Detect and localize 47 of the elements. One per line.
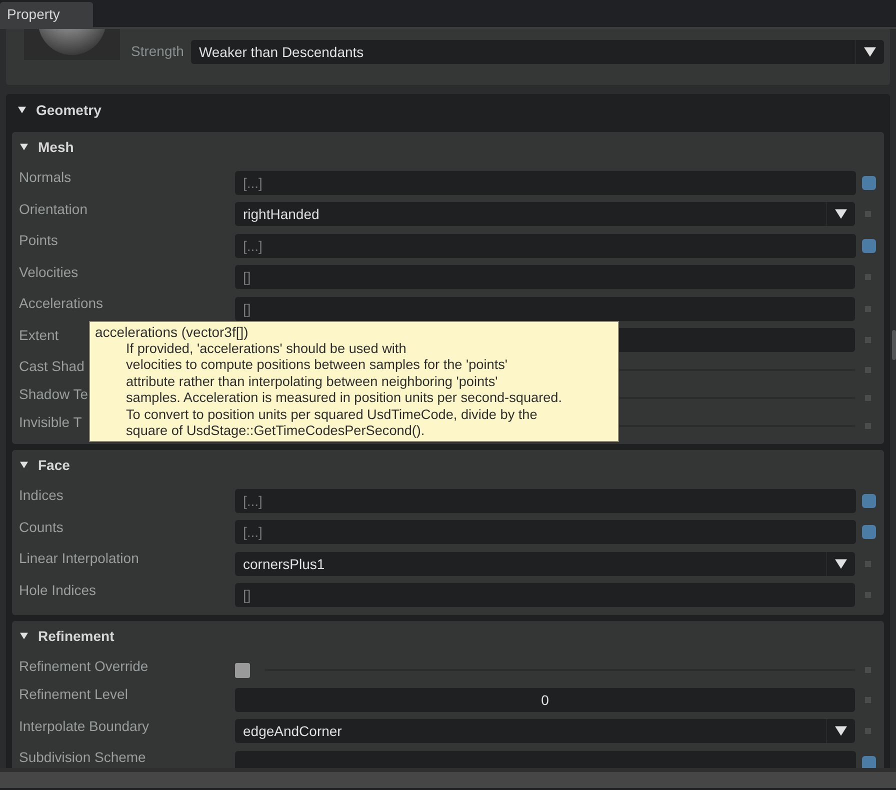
property-label: Accelerations (19, 295, 104, 311)
property-label: Refinement Level (19, 686, 128, 702)
expanded-arrow-icon (20, 461, 28, 469)
section-header[interactable]: Face (18, 450, 878, 480)
scrollbar-thumb[interactable] (892, 330, 896, 360)
property-label: Extent (19, 326, 59, 342)
value-field[interactable]: [...] (235, 234, 856, 258)
property-label: Indices (19, 487, 64, 503)
property-label: Points (19, 232, 58, 248)
value-dropdown[interactable]: rightHanded (235, 202, 855, 226)
dropdown-arrow-icon (835, 208, 847, 220)
value-field[interactable]: [] (235, 583, 855, 608)
value-field[interactable]: [...] (235, 170, 856, 195)
value-field[interactable]: [] (235, 265, 855, 290)
tooltip-title: accelerations (vector3f[]) (95, 324, 250, 340)
checkbox[interactable] (235, 662, 250, 678)
property-label: Refinement Override (19, 658, 148, 674)
property-label: Invisible T (19, 414, 82, 430)
number-field[interactable]: 0 (235, 688, 855, 712)
section-header[interactable]: Refinement (18, 621, 878, 651)
property-label: Counts (19, 518, 64, 534)
expanded-arrow-icon (20, 143, 28, 151)
property-label: Hole Indices (19, 582, 96, 598)
section-header[interactable]: Mesh (18, 132, 878, 162)
property-label: Interpolate Boundary (19, 718, 149, 734)
tooltip-text: If provided, 'accelerations' should be used with velocities to compute positions between samples for the 'points' attribute rather than interpolating between neighboring 'points' samples. Acceleration is measured in position units per second-squared. To convert to position units per squared UsdTimeCode, divide by the square of UsdStage::GetTimeCodesPerSecond(). (126, 340, 562, 440)
dropdown-arrow-icon (835, 558, 847, 570)
property-label: Subdivision Scheme (19, 749, 146, 765)
value-field[interactable]: [...] (235, 520, 856, 544)
property-label: Linear Interpolation (19, 550, 139, 566)
dropdown-arrow-icon (835, 725, 847, 738)
property-label: Velocities (19, 264, 78, 280)
panel-tab[interactable]: Property (0, 2, 93, 27)
expanded-arrow-icon (18, 106, 26, 114)
section-header[interactable]: Geometry (12, 94, 884, 126)
expanded-arrow-icon (20, 632, 28, 640)
strength-label: Strength (131, 43, 184, 59)
value-dropdown[interactable]: edgeAndCorner (235, 719, 855, 744)
strength-dropdown[interactable]: Weaker than Descendants (190, 40, 884, 64)
property-label: Orientation (19, 200, 88, 216)
value-dropdown[interactable]: cornersPlus1 (235, 552, 855, 576)
property-label: Normals (19, 169, 72, 185)
value-field[interactable]: [...] (235, 488, 856, 513)
dropdown-arrow-icon (864, 46, 876, 58)
value-field[interactable]: [] (235, 296, 855, 321)
property-label: Cast Shad (19, 358, 84, 374)
property-label: Shadow Te (19, 386, 88, 402)
